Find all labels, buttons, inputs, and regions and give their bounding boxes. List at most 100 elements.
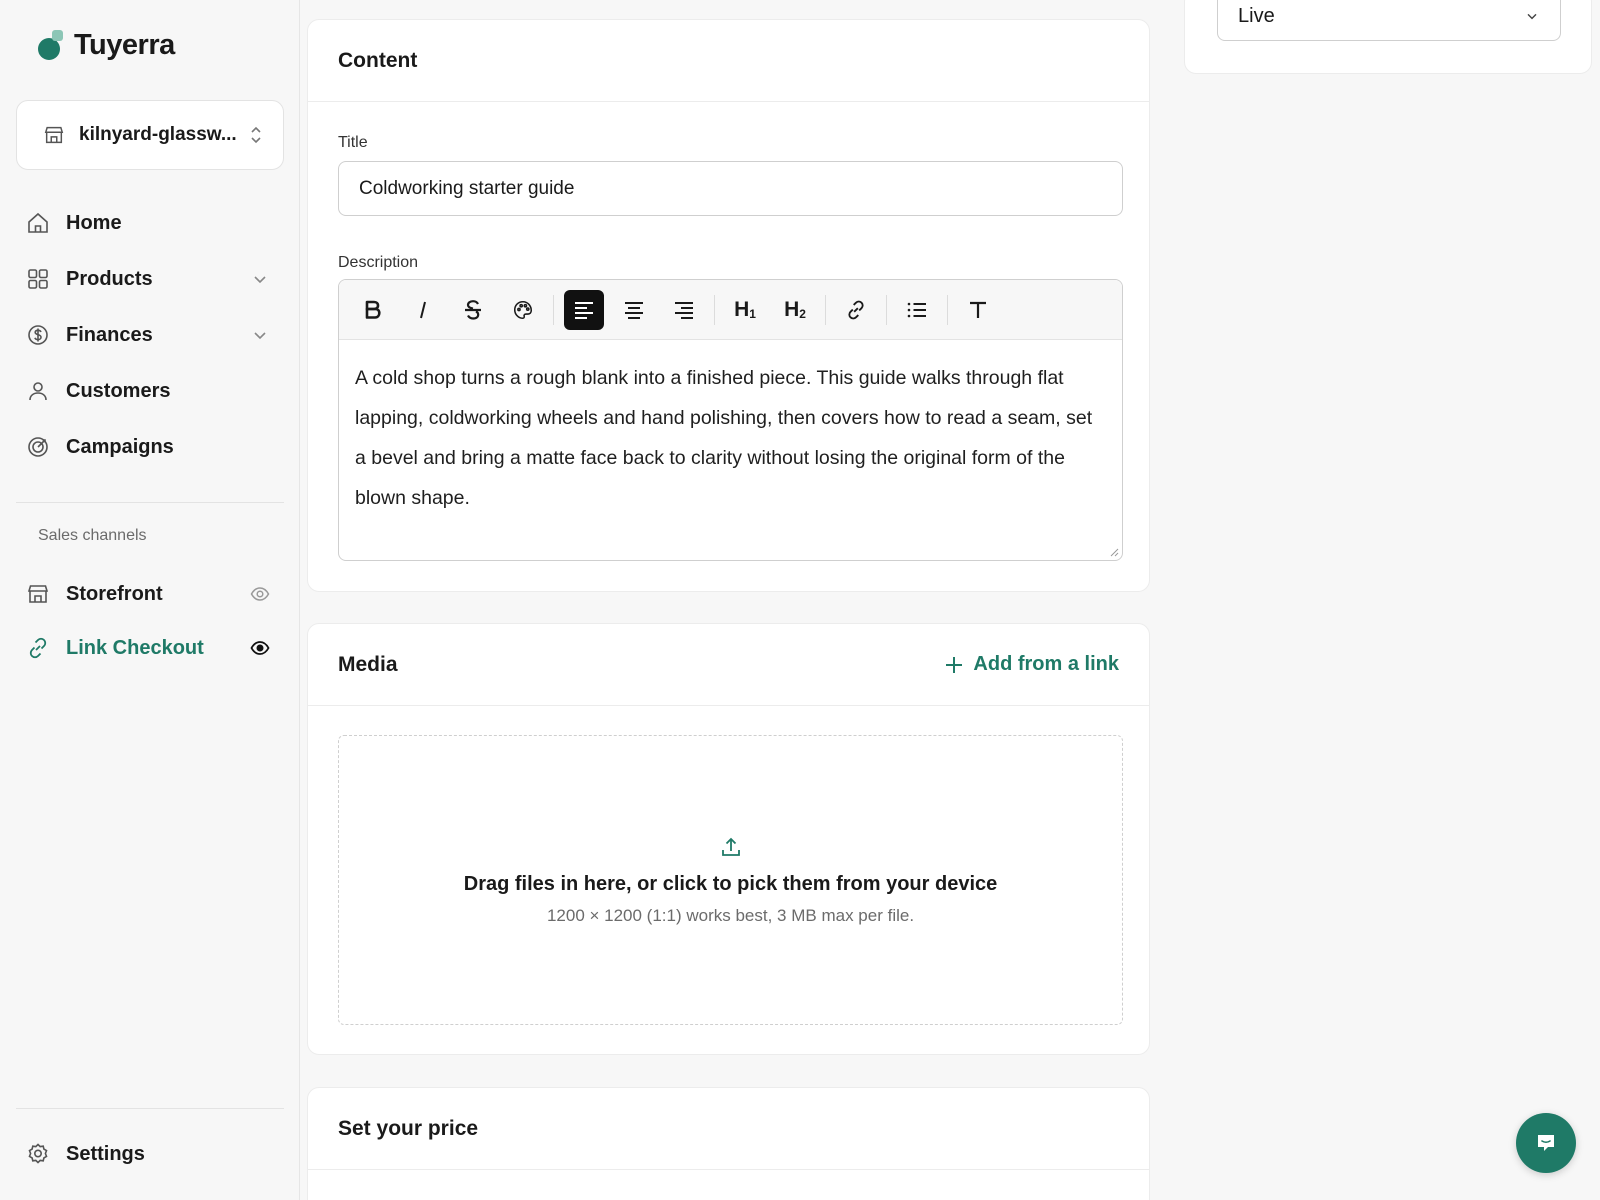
title-input-value: Coldworking starter guide bbox=[359, 177, 575, 199]
align-center-button[interactable] bbox=[614, 290, 654, 330]
nav-label: Customers bbox=[66, 379, 171, 402]
price-card: Set your price bbox=[307, 1087, 1150, 1200]
description-editor: H1 H2 A cold shop turns a rough blank in… bbox=[338, 279, 1123, 561]
chevron-down-icon bbox=[1527, 13, 1537, 20]
store-switcher-label: kilnyard-glassw... bbox=[79, 124, 237, 145]
nav-item-products[interactable]: Products bbox=[16, 251, 284, 307]
nav-label: Products bbox=[66, 267, 153, 290]
link-icon bbox=[848, 300, 864, 319]
nav-item-finances[interactable]: Finances bbox=[16, 307, 284, 363]
dropzone-hint: 1200 × 1200 (1:1) works best, 3 MB max p… bbox=[546, 905, 915, 925]
nav-label: Campaigns bbox=[66, 435, 174, 458]
channel-item-storefront[interactable]: Storefront bbox=[16, 566, 284, 622]
plus-icon bbox=[946, 656, 963, 673]
align-center-icon bbox=[625, 301, 643, 319]
heading-1-icon: H1 bbox=[734, 297, 756, 321]
store-icon bbox=[27, 585, 49, 603]
toolbar-separator bbox=[825, 294, 826, 325]
title-field-label: Title bbox=[338, 134, 368, 151]
nav-label: Home bbox=[66, 211, 122, 234]
content-card-title: Content bbox=[338, 48, 418, 72]
align-left-button[interactable] bbox=[564, 289, 604, 330]
chevron-down-icon[interactable] bbox=[250, 269, 270, 289]
store-switcher[interactable]: kilnyard-glassw... bbox=[16, 100, 284, 170]
main-nav: Home Products Finances Customers Campaig… bbox=[16, 195, 284, 475]
chat-bubble-icon bbox=[1538, 1135, 1554, 1151]
toolbar-separator bbox=[886, 294, 887, 325]
nav-label: Settings bbox=[66, 1142, 145, 1165]
channels-nav: Storefront Link Checkout bbox=[16, 566, 284, 676]
title-input[interactable]: Coldworking starter guide bbox=[338, 161, 1123, 216]
settings-nav: Settings bbox=[16, 1126, 284, 1182]
app-root: Tuyerra kilnyard-glassw... Home Products… bbox=[0, 0, 1600, 1200]
heading-1-button[interactable]: H1 bbox=[725, 290, 765, 330]
user-icon bbox=[29, 382, 47, 401]
content-card-header: Content bbox=[308, 20, 1149, 102]
palette-icon bbox=[513, 300, 533, 319]
eye-icon[interactable] bbox=[250, 584, 270, 604]
media-card-header: Media Add from a link bbox=[308, 624, 1149, 706]
status-card: Live bbox=[1184, 0, 1592, 74]
gear-icon bbox=[28, 1143, 48, 1164]
dropzone-instruction: Drag files in here, or click to pick the… bbox=[463, 872, 998, 895]
align-left-icon bbox=[575, 301, 593, 319]
settings-divider bbox=[16, 1108, 284, 1109]
nav-item-home[interactable]: Home bbox=[16, 195, 284, 251]
logo-mark-icon bbox=[38, 28, 64, 62]
content-card: Content Title Coldworking starter guide … bbox=[307, 19, 1150, 592]
media-dropzone[interactable]: Drag files in here, or click to pick the… bbox=[338, 735, 1123, 1025]
strikethrough-button[interactable] bbox=[453, 290, 493, 330]
status-select[interactable]: Live bbox=[1217, 0, 1561, 41]
toolbar-separator bbox=[714, 294, 715, 325]
nav-item-settings[interactable]: Settings bbox=[16, 1126, 284, 1182]
home-icon bbox=[28, 212, 48, 233]
channel-label: Link Checkout bbox=[66, 636, 204, 659]
chevron-up-down-icon bbox=[251, 126, 261, 144]
italic-button[interactable] bbox=[403, 290, 443, 330]
grid-icon bbox=[28, 269, 48, 289]
chat-support-button[interactable] bbox=[1516, 1113, 1576, 1173]
media-card: Media Add from a link Drag files in here… bbox=[307, 623, 1150, 1055]
dollar-circle-icon bbox=[28, 325, 48, 345]
bullet-list-icon bbox=[907, 302, 926, 317]
brand-logo[interactable]: Tuyerra bbox=[38, 28, 175, 62]
channel-label: Storefront bbox=[66, 582, 163, 605]
add-from-link-label: Add from a link bbox=[973, 653, 1119, 675]
sales-channels-heading: Sales channels bbox=[38, 527, 147, 544]
align-right-icon bbox=[675, 301, 693, 319]
heading-2-button[interactable]: H2 bbox=[775, 290, 815, 330]
target-icon bbox=[28, 437, 48, 457]
bold-icon bbox=[365, 300, 381, 319]
channel-item-link-checkout[interactable]: Link Checkout bbox=[16, 620, 284, 676]
nav-item-campaigns[interactable]: Campaigns bbox=[16, 419, 284, 475]
bold-button[interactable] bbox=[353, 290, 393, 330]
italic-icon bbox=[420, 301, 426, 318]
nav-divider bbox=[16, 502, 284, 503]
insert-link-button[interactable] bbox=[836, 290, 876, 330]
bullet-list-button[interactable] bbox=[897, 290, 937, 330]
text-type-icon bbox=[970, 301, 986, 318]
heading-2-icon: H2 bbox=[784, 297, 806, 321]
nav-item-customers[interactable]: Customers bbox=[16, 363, 284, 419]
media-card-title: Media bbox=[338, 652, 398, 676]
eye-icon[interactable] bbox=[250, 638, 270, 658]
description-text[interactable]: A cold shop turns a rough blank into a f… bbox=[339, 340, 1122, 536]
store-icon bbox=[44, 126, 64, 144]
text-color-button[interactable] bbox=[503, 290, 543, 330]
clear-formatting-button[interactable] bbox=[958, 290, 998, 330]
toolbar-separator bbox=[553, 294, 554, 325]
editor-toolbar: H1 H2 bbox=[339, 280, 1122, 340]
price-card-header: Set your price bbox=[308, 1088, 1149, 1170]
upload-icon bbox=[721, 837, 740, 856]
toolbar-separator bbox=[947, 294, 948, 325]
add-from-link-button[interactable]: Add from a link bbox=[945, 653, 1119, 676]
status-select-value: Live bbox=[1238, 4, 1275, 27]
chevron-down-icon[interactable] bbox=[250, 325, 270, 345]
strikethrough-icon bbox=[465, 299, 481, 320]
brand-name: Tuyerra bbox=[74, 28, 175, 61]
resize-grip-icon[interactable] bbox=[1109, 547, 1119, 557]
link-icon bbox=[29, 637, 47, 659]
sidebar: Tuyerra kilnyard-glassw... Home Products… bbox=[0, 0, 300, 1200]
nav-label: Finances bbox=[66, 323, 153, 346]
align-right-button[interactable] bbox=[664, 290, 704, 330]
